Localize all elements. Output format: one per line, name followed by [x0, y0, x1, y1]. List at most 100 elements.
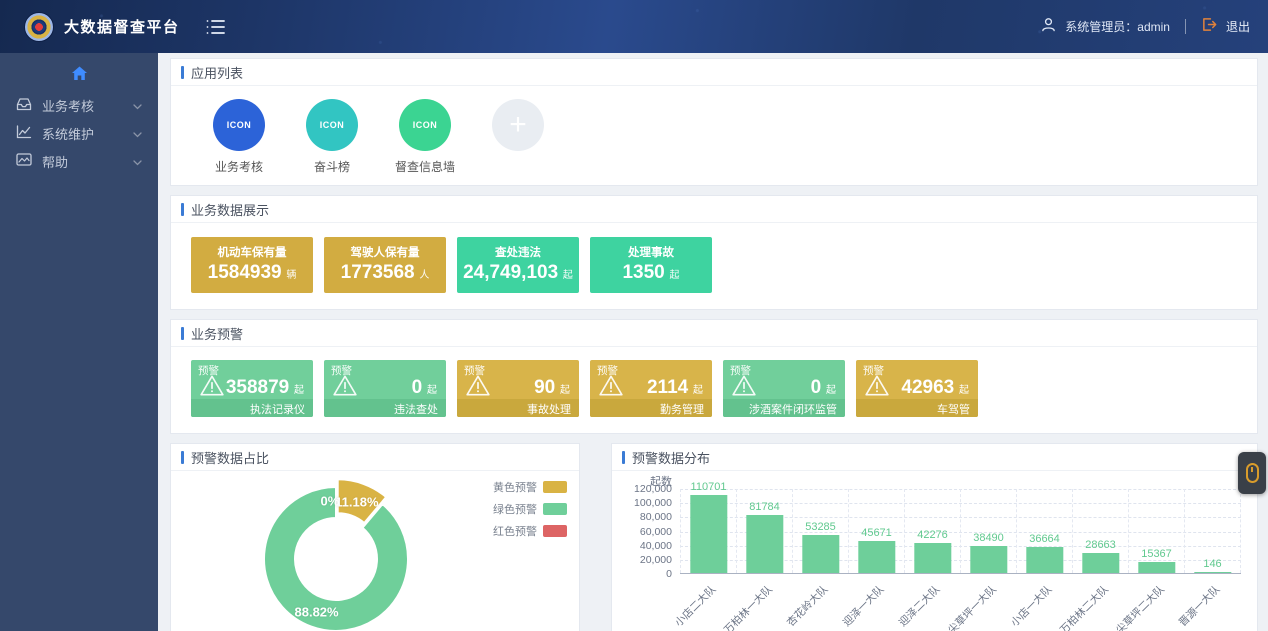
sidebar-item-maintenance[interactable]: 系统维护	[0, 119, 158, 147]
bar-slot-8: 15367尖草坪二大队	[1128, 489, 1184, 573]
warning-unit: 起	[956, 385, 969, 396]
bar-4[interactable]	[914, 543, 951, 573]
data-display-title-row: 业务数据展示	[171, 196, 1257, 223]
title-accent-bar	[181, 203, 184, 216]
bar-7[interactable]	[1082, 553, 1119, 573]
y-tick-label: 100,000	[612, 497, 672, 509]
x-category-label: 晋源一大队	[1175, 582, 1223, 630]
app-icon: ICON	[213, 99, 265, 151]
app-shortcut-0[interactable]: ICON业务考核	[203, 99, 275, 175]
bar-title-row: 预警数据分布	[612, 444, 1257, 471]
bar-slot-7: 28663万柏林二大队	[1072, 489, 1128, 573]
data-card-value: 1584939 辆	[191, 263, 313, 282]
legend-item-1[interactable]: 绿色预警	[493, 501, 567, 517]
bar-1[interactable]	[746, 515, 783, 573]
warning-triangle-icon	[199, 374, 225, 402]
sidebar-item-assessment[interactable]: 业务考核	[0, 91, 158, 119]
bar-value-label: 15367	[1141, 548, 1172, 560]
bar-3[interactable]	[858, 541, 895, 573]
data-cards-body: 机动车保有量1584939 辆驾驶人保有量1773568 人查处违法24,749…	[171, 223, 1257, 309]
plus-icon: +	[492, 99, 544, 151]
section-title: 预警数据分布	[632, 448, 710, 467]
bar-8[interactable]	[1138, 562, 1175, 573]
bar-2[interactable]	[802, 535, 839, 573]
user-role-admin: 系统管理员：admin	[1065, 18, 1170, 35]
sidebar-item-label: 系统维护	[42, 124, 94, 143]
app-title: 大数据督查平台	[64, 16, 180, 37]
app-list-title-row: 应用列表	[171, 59, 1257, 86]
sidebar-item-label: 帮助	[42, 152, 68, 171]
warning-value: 42963 起	[890, 377, 969, 399]
bar-0[interactable]	[690, 495, 727, 573]
header-divider	[1185, 19, 1186, 34]
warning-triangle-icon	[598, 374, 624, 402]
section-title: 预警数据占比	[191, 448, 269, 467]
bar-chart-panel: 预警数据分布 起数020,00040,00060,00080,000100,00…	[611, 443, 1258, 631]
data-card-value: 1773568 人	[324, 263, 446, 282]
bar-value-label: 38490	[973, 532, 1004, 544]
data-card-unit: 人	[417, 270, 430, 281]
warning-unit: 起	[690, 385, 703, 396]
legend-swatch	[543, 525, 567, 537]
pie-chart: 黄色预警绿色预警红色预警11.18%88.82%0%	[171, 471, 579, 631]
legend-label: 黄色预警	[493, 479, 537, 495]
main-content: 应用列表 ICON业务考核ICON奋斗榜ICON督查信息墙+ 业务数据展示 机动…	[158, 53, 1268, 631]
user-icon	[1041, 17, 1056, 37]
bar-slot-5: 38490尖草坪一大队	[960, 489, 1016, 573]
app-icon: ICON	[399, 99, 451, 151]
bar-6[interactable]	[1026, 547, 1063, 573]
warning-unit: 起	[823, 385, 836, 396]
warning-mid-row: 2114 起	[598, 374, 703, 402]
legend-item-0[interactable]: 黄色预警	[493, 479, 567, 495]
bar-plot-area: 110701小店二大队81784万柏林一大队53285杏花岭大队45671迎泽一…	[680, 489, 1241, 574]
bar-slot-2: 53285杏花岭大队	[792, 489, 848, 573]
menu-collapse-icon[interactable]	[206, 19, 226, 35]
bar-value-label: 28663	[1085, 539, 1116, 551]
warning-value: 2114 起	[624, 377, 703, 399]
warning-value: 0 起	[757, 377, 836, 399]
warning-category-label: 执法记录仪	[191, 399, 313, 417]
legend-item-2[interactable]: 红色预警	[493, 523, 567, 539]
mouse-scroll-widget[interactable]	[1238, 452, 1266, 494]
data-card-2: 查处违法24,749,103 起	[457, 237, 579, 293]
warning-mid-row: 0 起	[731, 374, 836, 402]
bar-value-label: 146	[1203, 558, 1221, 570]
bar-value-label: 36664	[1029, 533, 1060, 545]
line-chart-icon	[16, 125, 32, 142]
x-category-label: 小店二大队	[671, 582, 719, 630]
data-card-title: 驾驶人保有量	[324, 244, 446, 260]
y-tick-label: 80,000	[612, 511, 672, 523]
bar-5[interactable]	[970, 546, 1007, 573]
app-shortcut-2[interactable]: ICON督查信息墙	[389, 99, 461, 175]
logout-button[interactable]: 退出	[1226, 18, 1250, 35]
home-icon	[71, 66, 88, 86]
warning-triangle-icon	[864, 374, 890, 402]
chevron-down-icon	[133, 98, 142, 113]
sidebar-item-label: 业务考核	[42, 96, 94, 115]
app-shortcut-1[interactable]: ICON奋斗榜	[296, 99, 368, 175]
x-category-label: 迎泽二大队	[895, 582, 943, 630]
y-tick-label: 0	[612, 568, 672, 580]
warning-mid-row: 358879 起	[199, 374, 304, 402]
warning-triangle-icon	[465, 374, 491, 402]
police-badge-logo	[24, 12, 54, 42]
app-list-body: ICON业务考核 ICON奋斗榜 ICON督查信息墙 +	[171, 86, 1257, 185]
legend-label: 绿色预警	[493, 501, 537, 517]
warning-category-label: 事故处理	[457, 399, 579, 417]
warning-card-4: 预警0 起涉酒案件闭环监管	[723, 360, 845, 417]
data-card-value: 24,749,103 起	[457, 263, 579, 282]
bar-chart: 起数020,00040,00060,00080,000100,000120,00…	[612, 471, 1257, 631]
pie-title-row: 预警数据占比	[171, 444, 579, 471]
warning-mid-row: 90 起	[465, 374, 570, 402]
pie-value-label: 88.82%	[295, 605, 339, 620]
add-app-button[interactable]: +	[482, 99, 554, 175]
bar-value-label: 45671	[861, 527, 892, 539]
top-header: 大数据督查平台 系统管理员：admin 退出	[0, 0, 1268, 53]
warning-title-row: 业务预警	[171, 320, 1257, 347]
sidebar-home-button[interactable]	[0, 61, 158, 91]
chevron-down-icon	[133, 154, 142, 169]
logout-icon[interactable]	[1201, 17, 1217, 37]
sidebar-item-help[interactable]: 帮助	[0, 147, 158, 175]
warning-panel: 业务预警 预警358879 起执法记录仪预警0 起违法查处预警90 起事故处理预…	[170, 319, 1258, 434]
bar-9[interactable]	[1194, 572, 1231, 573]
